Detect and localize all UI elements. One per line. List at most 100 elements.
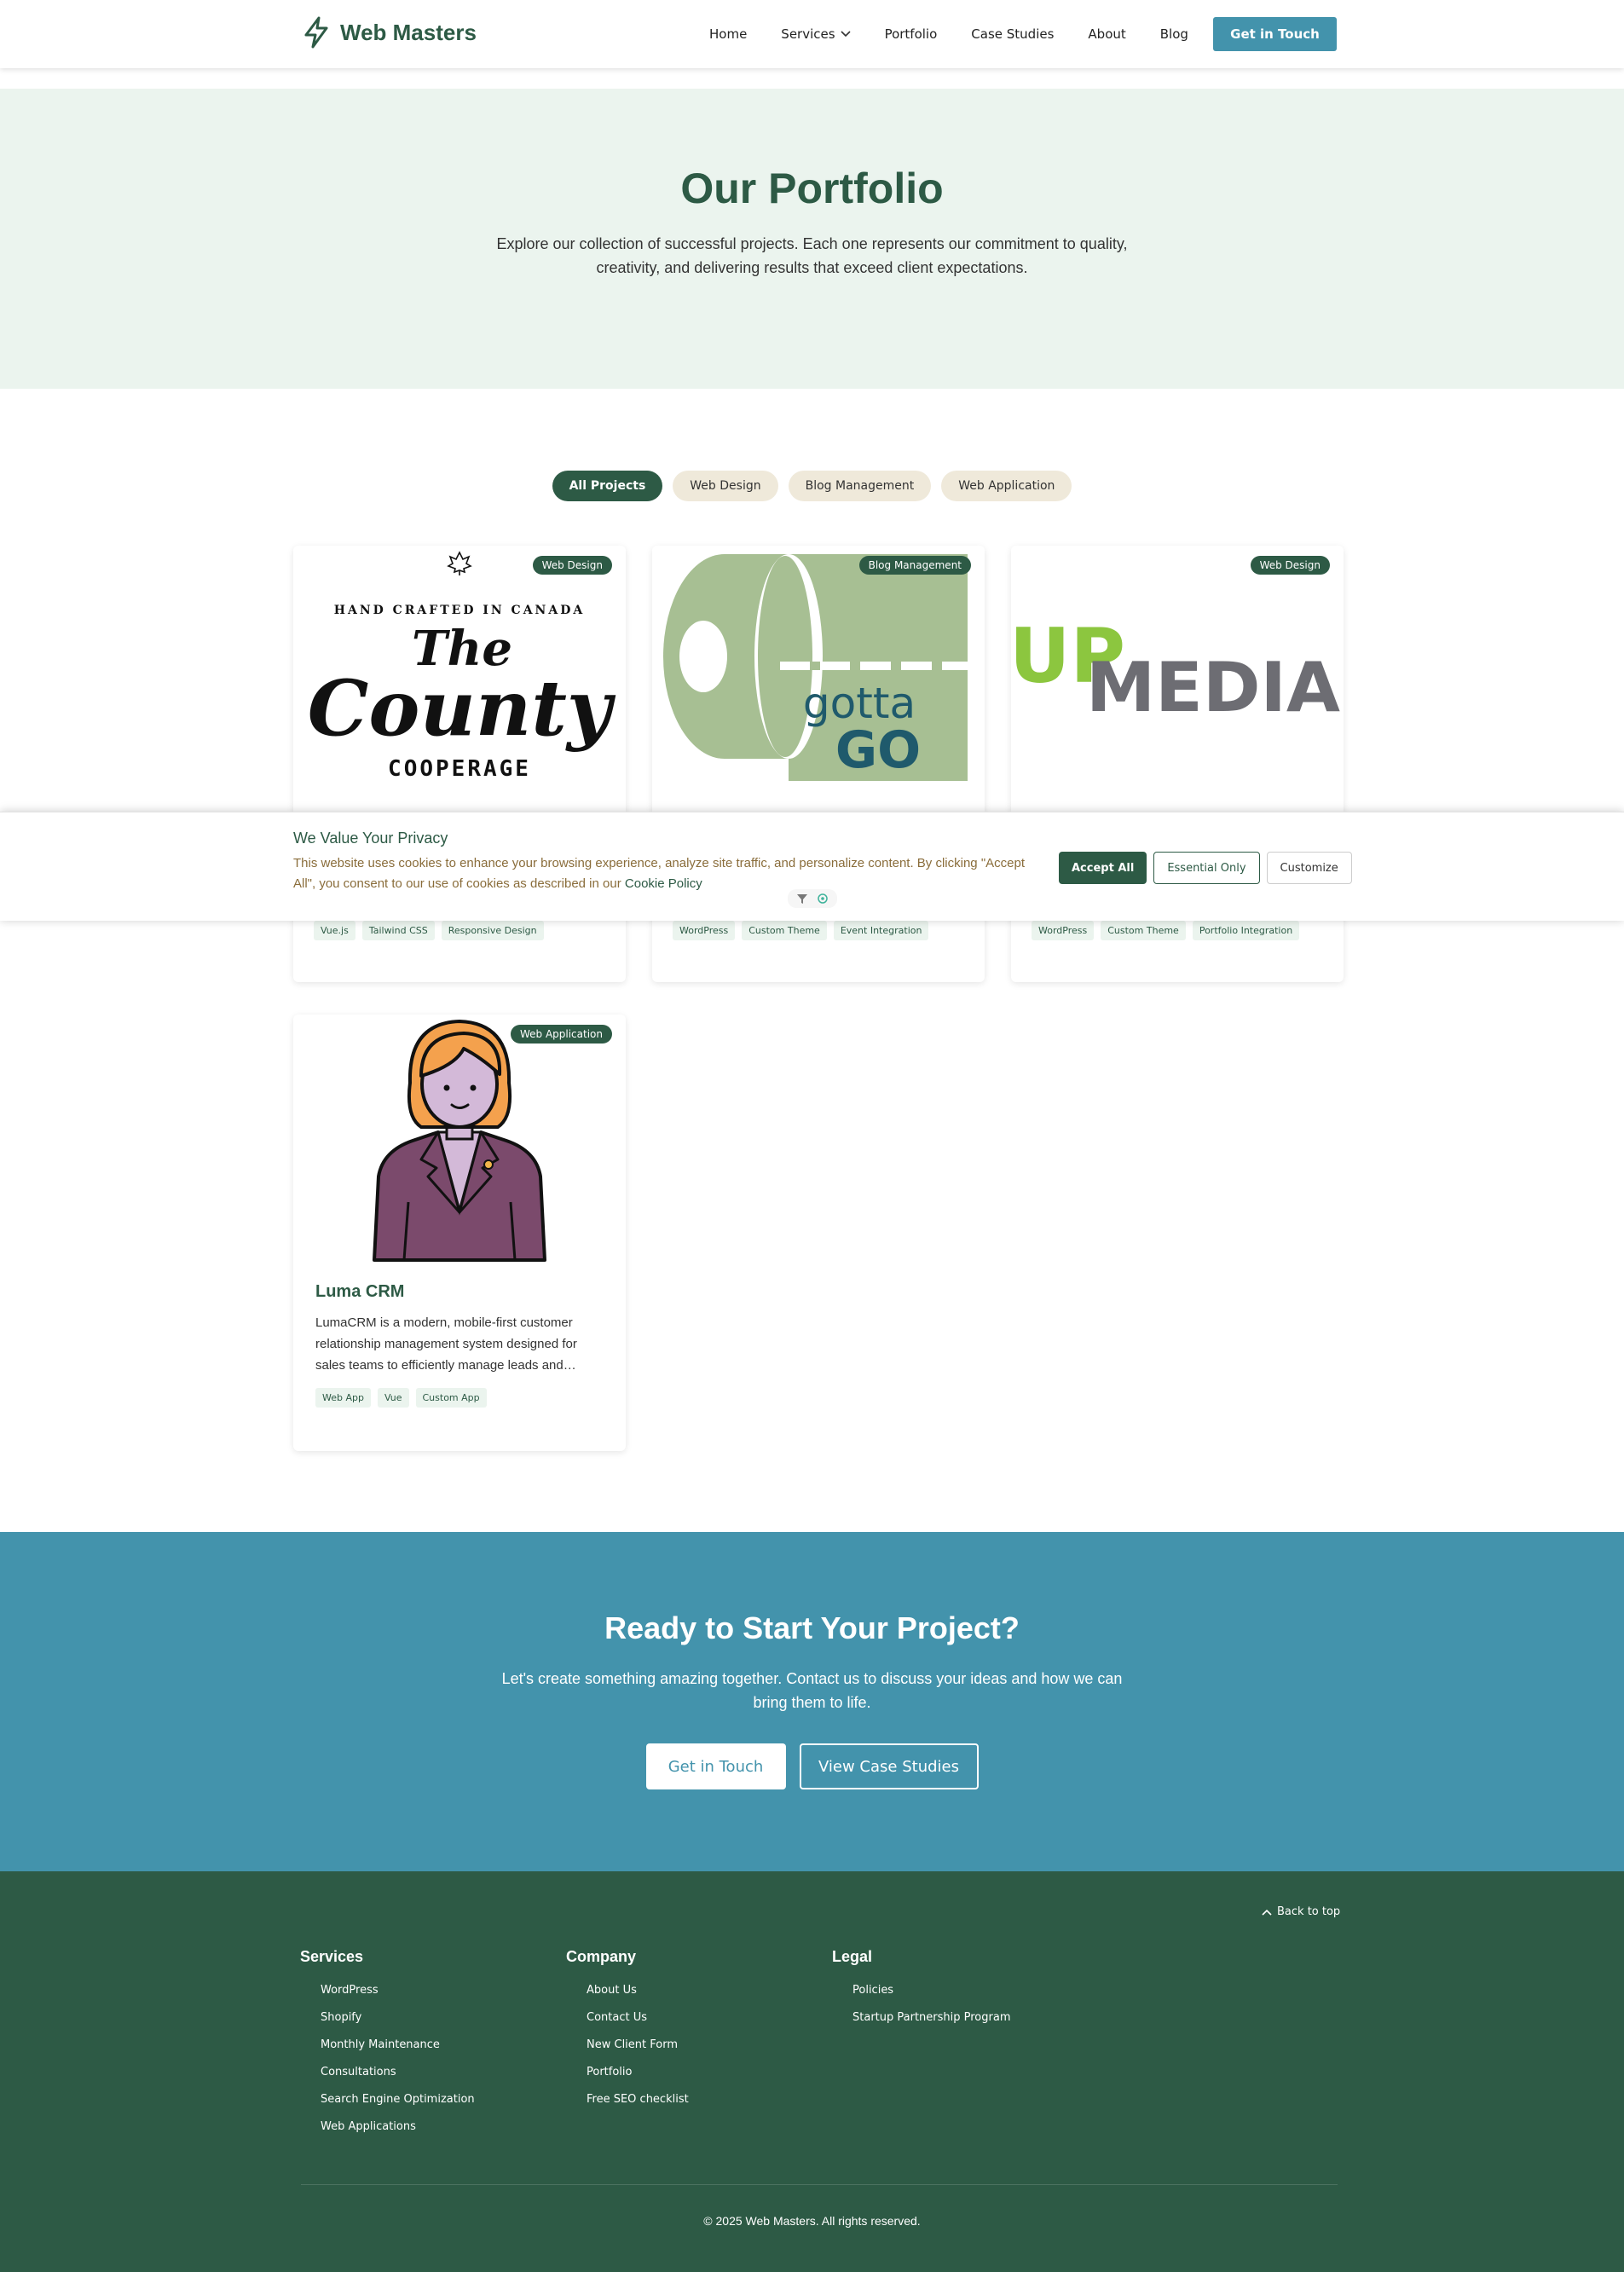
view-case-studies-button[interactable]: View Case Studies [799,1743,979,1789]
svg-text:COOPERAGE: COOPERAGE [388,756,531,782]
footer-heading: Legal [832,1948,873,1965]
tag: Custom App [415,1388,487,1408]
project-category-badge: Web Design [1250,556,1330,575]
footer-column-company: Company About Us Contact Us New Client F… [566,1948,689,2113]
footer-link[interactable]: Free SEO checklist [566,2085,689,2113]
footer-link[interactable]: Startup Partnership Program [832,2003,1011,2031]
county-cooperage-logo: HAND CRAFTED IN CANADA The County COOPER… [308,551,616,782]
project-title[interactable]: Luma CRM [315,1282,604,1302]
tag: Tailwind CSS [361,921,435,940]
project-card-luma-crm[interactable]: Web Application Luma CRM LumaCRM is a mo… [293,1015,626,1451]
svg-text:GO: GO [835,720,921,780]
cta-buttons: Get in Touch View Case Studies [0,1743,1624,1789]
tag: Web App [315,1388,371,1408]
nav-case-studies[interactable]: Case Studies [971,26,1054,42]
footer-column-services: Services WordPress Shopify Monthly Maint… [300,1948,475,2140]
cta-get-in-touch-button[interactable]: Get in Touch [645,1743,786,1789]
footer-link[interactable]: Contact Us [566,2003,689,2031]
cookie-policy-link[interactable]: Cookie Policy [625,876,702,891]
brand-logo[interactable]: Web Masters [301,15,477,49]
nav-portfolio[interactable]: Portfolio [885,26,938,42]
project-image-county-cooperage: HAND CRAFTED IN CANADA The County COOPER… [293,546,626,793]
tag: Responsive Design [441,921,544,940]
svg-text:MEDIA: MEDIA [1086,648,1340,727]
cookie-actions: Accept All Essential Only Customize [1059,852,1352,884]
footer-link[interactable]: Policies [832,1976,1011,2003]
back-to-top-link[interactable]: Back to top [1262,1905,1340,1918]
tag: Custom Theme [742,921,827,940]
filter-web-design[interactable]: Web Design [673,471,778,501]
nav-home[interactable]: Home [709,26,747,42]
header-get-in-touch-button[interactable]: Get in Touch [1213,17,1337,51]
page-title: Our Portfolio [680,165,944,212]
project-tags: WordPress Custom Theme Event Integration [673,921,929,940]
filter-web-application[interactable]: Web Application [941,471,1072,501]
project-image-gotta-go: gotta GO Blog Management [652,546,985,793]
footer-link[interactable]: Monthly Maintenance [300,2031,475,2058]
footer-heading: Company [566,1948,637,1965]
project-description: LumaCRM is a modern, mobile-first custom… [315,1315,577,1373]
copyright: © 2025 Web Masters. All rights reserved. [703,2214,921,2228]
main-nav: Home Services Portfolio Case Studies Abo… [709,0,1222,68]
footer-heading: Services [300,1948,364,1965]
cta-text: Let's create something amazing together.… [501,1670,1123,1711]
site-footer: Back to top Services WordPress Shopify M… [0,1871,1624,2272]
essential-only-button[interactable]: Essential Only [1153,852,1260,884]
project-tags: WordPress Custom Theme Portfolio Integra… [1032,921,1300,940]
portfolio-filters: All Projects Web Design Blog Management … [0,471,1624,501]
footer-link[interactable]: New Client Form [566,2031,689,2058]
project-tags: Vue.js Tailwind CSS Responsive Design [314,921,544,940]
maple-leaf-icon [447,551,472,575]
footer-column-legal: Legal Policies Startup Partnership Progr… [832,1948,1011,2031]
tag: Event Integration [833,921,929,940]
up-media-logo: UP MEDIA [1011,612,1340,727]
tag: WordPress [1032,921,1095,940]
tag: WordPress [673,921,736,940]
hero-description: Explore our collection of successful pro… [496,235,1128,276]
brand-name: Web Masters [340,19,477,45]
footer-link[interactable]: Shopify [300,2003,475,2031]
filter-icon[interactable] [796,893,808,905]
cookie-consent-banner: We Value Your Privacy This website uses … [0,812,1624,921]
target-icon[interactable] [817,893,829,905]
nav-blog[interactable]: Blog [1160,26,1188,42]
cookie-mini-toolbar [788,889,837,908]
footer-link[interactable]: Portfolio [566,2058,689,2085]
project-image-luma-crm: Web Application [293,1015,626,1262]
nav-about[interactable]: About [1088,26,1125,42]
project-tags: Web App Vue Custom App [315,1388,604,1408]
footer-link[interactable]: WordPress [300,1976,475,2003]
chevron-down-icon [840,31,851,38]
project-category-badge: Web Design [532,556,612,575]
tag: Vue.js [314,921,355,940]
cta-section: Ready to Start Your Project? Let's creat… [0,1532,1624,1871]
cta-title: Ready to Start Your Project? [604,1610,1020,1645]
footer-link[interactable]: Search Engine Optimization [300,2085,475,2113]
project-category-badge: Blog Management [858,556,971,575]
tag: Vue [377,1388,409,1408]
svg-text:County: County [308,663,616,754]
project-image-up-media: UP MEDIA Web Design [1011,546,1344,793]
project-card-body: Luma CRM LumaCRM is a modern, mobile-fir… [293,1262,626,1428]
nav-services[interactable]: Services [781,26,851,42]
chevron-up-icon [1262,1909,1272,1916]
tag: Custom Theme [1101,921,1186,940]
customize-button[interactable]: Customize [1266,852,1352,884]
hero-section: Our Portfolio Explore our collection of … [0,89,1624,389]
nav-services-label: Services [781,26,835,42]
filter-all-projects[interactable]: All Projects [552,471,663,501]
svg-text:HAND CRAFTED IN CANADA: HAND CRAFTED IN CANADA [334,604,585,617]
site-header: Web Masters Home Services Portfolio Case… [0,0,1624,68]
footer-link[interactable]: Consultations [300,2058,475,2085]
lightning-bolt-icon [304,16,328,49]
footer-link[interactable]: About Us [566,1976,689,2003]
footer-link[interactable]: Web Applications [300,2113,475,2140]
project-category-badge: Web Application [510,1025,612,1044]
footer-divider [301,2184,1338,2185]
avatar-illustration [373,1019,546,1262]
accept-all-button[interactable]: Accept All [1059,852,1147,884]
back-to-top-label: Back to top [1277,1905,1341,1918]
cookie-banner-text: This website uses cookies to enhance you… [293,853,1043,894]
cookie-banner-title: We Value Your Privacy [293,830,448,847]
filter-blog-management[interactable]: Blog Management [788,471,932,501]
